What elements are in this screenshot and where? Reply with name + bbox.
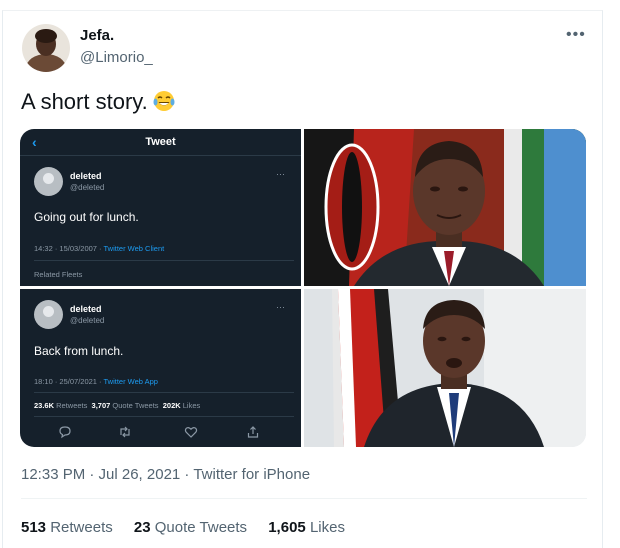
tweet-body: A short story. bbox=[21, 89, 148, 114]
screenshot-qt-count: 3,707 bbox=[91, 401, 111, 410]
screenshot-like-label: Likes bbox=[182, 401, 201, 410]
screenshot-more-icon: ··· bbox=[276, 169, 285, 179]
screenshot-meta-time: 18:10 · 25/07/2021 · bbox=[34, 377, 104, 386]
media-tile-deleted-tweet-1[interactable]: ‹ Tweet deleted @deleted ··· Going out f… bbox=[20, 129, 301, 286]
quote-tweets-stat[interactable]: 23 Quote Tweets bbox=[134, 519, 247, 536]
screenshot-divider bbox=[34, 416, 294, 417]
screenshot-handle: @deleted bbox=[70, 316, 105, 325]
screenshot-text: Back from lunch. bbox=[34, 344, 124, 358]
screenshot-rt-label: Retweets bbox=[56, 401, 88, 410]
media-tile-portrait-1[interactable] bbox=[304, 129, 586, 286]
screenshot-meta-client: Twitter Web Client bbox=[103, 244, 165, 253]
retweets-count: 513 bbox=[21, 519, 47, 536]
likes-label: Likes bbox=[309, 519, 345, 536]
retweets-label: Retweets bbox=[50, 519, 113, 536]
screenshot-header: ‹ Tweet bbox=[20, 129, 301, 156]
screenshot-meta: 18:10 · 25/07/2021 · Twitter Web App bbox=[34, 377, 158, 386]
screenshot-avatar bbox=[34, 300, 63, 329]
likes-stat[interactable]: 1,605 Likes bbox=[268, 519, 345, 536]
tweet-text: A short story. bbox=[21, 89, 176, 119]
screenshot-retweet-icon bbox=[118, 425, 132, 442]
screenshot-name: deleted bbox=[70, 171, 102, 181]
more-options-icon[interactable]: ••• bbox=[566, 26, 586, 44]
media-tile-portrait-2[interactable] bbox=[304, 289, 586, 447]
screenshot-related-fleets: Related Fleets bbox=[34, 270, 83, 279]
screenshot-share-icon bbox=[246, 425, 260, 442]
media-grid[interactable]: ‹ Tweet deleted @deleted ··· Going out f… bbox=[20, 129, 586, 447]
stats-divider bbox=[21, 498, 587, 499]
screenshot-handle: @deleted bbox=[70, 183, 105, 192]
author-avatar[interactable] bbox=[22, 24, 70, 72]
author-name[interactable]: Jefa. bbox=[80, 27, 114, 44]
retweets-stat[interactable]: 513 Retweets bbox=[21, 519, 113, 536]
author-handle[interactable]: @Limorio_ bbox=[80, 49, 153, 66]
tweet-timestamp[interactable]: 12:33 PM · Jul 26, 2021 · Twitter for iP… bbox=[21, 466, 310, 483]
screenshot-more-icon: ··· bbox=[276, 302, 285, 312]
tears-of-joy-emoji-icon bbox=[152, 89, 176, 119]
screenshot-meta: 14:32 · 15/03/2007 · Twitter Web Client bbox=[34, 244, 164, 253]
screenshot-avatar bbox=[34, 167, 63, 196]
screenshot-reply-icon bbox=[58, 425, 72, 442]
media-tile-deleted-tweet-2[interactable]: deleted @deleted ··· Back from lunch. 18… bbox=[20, 289, 301, 447]
screenshot-stats: 23.6K Retweets 3,707 Quote Tweets 202K L… bbox=[34, 401, 200, 410]
screenshot-like-count: 202K bbox=[162, 401, 181, 410]
engagement-stats: 513 Retweets 23 Quote Tweets 1,605 Likes bbox=[21, 519, 362, 536]
screenshot-like-icon bbox=[184, 425, 198, 442]
screenshot-divider bbox=[34, 392, 294, 393]
quote-tweets-count: 23 bbox=[133, 519, 151, 536]
likes-count: 1,605 bbox=[268, 519, 306, 536]
screenshot-meta-time: 14:32 · 15/03/2007 · bbox=[34, 244, 104, 253]
screenshot-qt-label: Quote Tweets bbox=[112, 401, 159, 410]
screenshot-text: Going out for lunch. bbox=[34, 210, 139, 224]
quote-tweets-label: Quote Tweets bbox=[154, 519, 248, 536]
screenshot-divider bbox=[34, 260, 294, 261]
screenshot-name: deleted bbox=[70, 304, 102, 314]
screenshot-rt-count: 23.6K bbox=[34, 401, 55, 410]
screenshot-header-title: Tweet bbox=[145, 136, 176, 148]
screenshot-meta-client: Twitter Web App bbox=[103, 377, 158, 386]
